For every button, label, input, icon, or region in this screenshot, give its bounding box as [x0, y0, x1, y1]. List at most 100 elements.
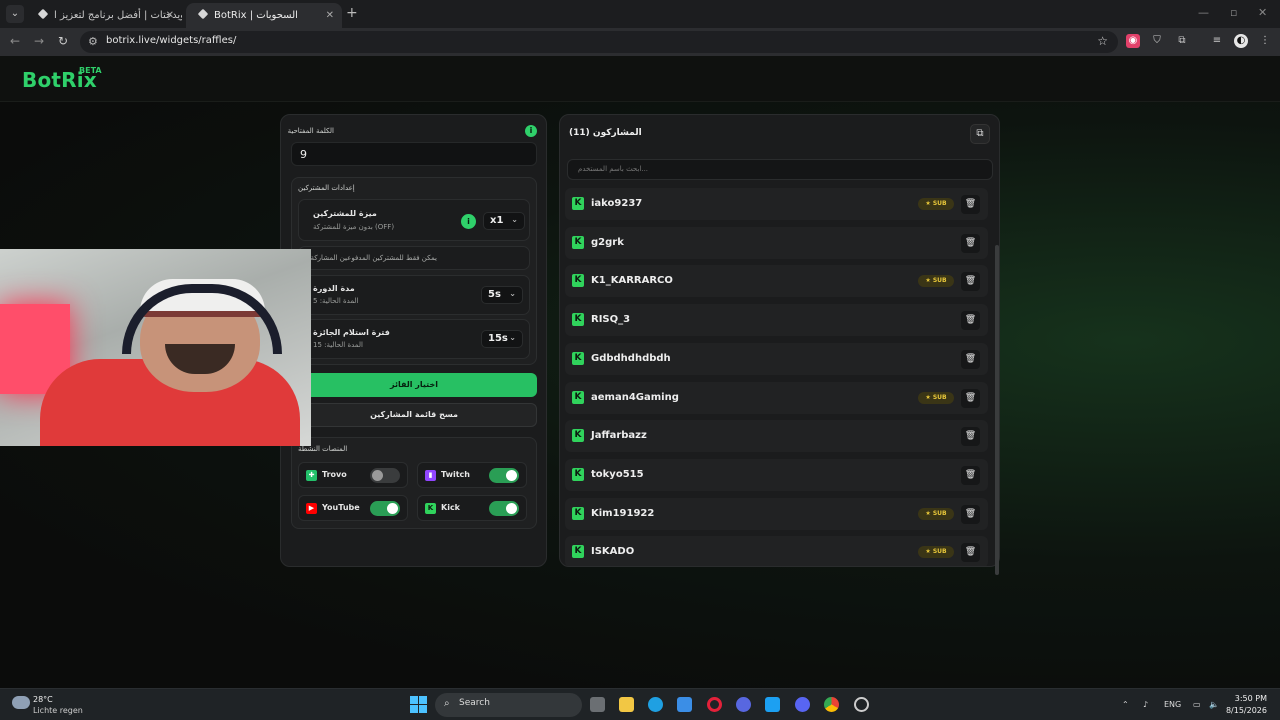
windows-start-icon[interactable] [410, 696, 427, 713]
platform-name: Kick [441, 503, 461, 512]
screen: ⌄ الويدجتات | أفضل برنامج لتعزيز ا... ✕ … [0, 0, 1280, 720]
participants-scrollbar[interactable] [995, 245, 999, 575]
close-tab-icon[interactable]: ✕ [326, 3, 334, 28]
site-info-icon[interactable]: ⚙ [88, 35, 98, 48]
back-arrow-icon[interactable]: ← [10, 34, 20, 48]
participant-search-input[interactable]: ...ابحث باسم المستخدم [567, 159, 993, 180]
copy-icon[interactable]: ⧉ [970, 124, 990, 144]
pick-winner-button[interactable]: اختيار الفائز [291, 373, 537, 397]
network-icon[interactable]: ▭ [1193, 700, 1201, 709]
delete-participant-button[interactable]: 🗑 [961, 504, 980, 524]
webcam-overlay [0, 249, 311, 446]
subscriber-luck-select[interactable]: x1 ⌄ [483, 212, 525, 230]
participant-name: Kim191922 [591, 507, 655, 519]
show-hidden-icons-icon[interactable]: ⌃ [1122, 700, 1129, 709]
discord-icon[interactable] [795, 697, 810, 712]
opera-icon[interactable] [707, 697, 722, 712]
extension-shield-icon[interactable]: ⛉ [1150, 34, 1164, 48]
participant-row: Kg2grk 🗑 [565, 226, 988, 259]
keyword-input[interactable]: 9 [291, 142, 537, 166]
twitch-toggle[interactable] [489, 468, 519, 483]
kick-icon: K [572, 429, 584, 443]
delete-participant-button[interactable]: 🗑 [961, 465, 980, 485]
platform-twitch: ▮ Twitch [417, 462, 527, 488]
reading-list-icon[interactable]: ≡ [1210, 34, 1224, 48]
select-value: 15s [488, 333, 508, 344]
obs-icon[interactable] [854, 697, 869, 712]
chevron-down-icon: ⌄ [511, 215, 518, 224]
edge-icon[interactable] [648, 697, 663, 712]
participant-row: Ktokyo515 🗑 [565, 458, 988, 491]
maximize-window-button[interactable]: ▫ [1230, 6, 1237, 19]
platform-name: Twitch [441, 470, 470, 479]
toggle-knob [506, 470, 517, 481]
browser-tab-strip: ⌄ الويدجتات | أفضل برنامج لتعزيز ا... ✕ … [0, 0, 1280, 28]
participant-name: Jaffarbazz [591, 430, 647, 442]
address-bar[interactable]: ⚙ botrix.live/widgets/raffles/ ☆ [80, 31, 1118, 53]
participant-name: iako9237 [591, 198, 643, 209]
delete-participant-button[interactable]: 🗑 [961, 427, 980, 447]
round-duration-select[interactable]: 5s ⌄ [481, 286, 523, 304]
trovo-toggle[interactable] [370, 468, 400, 483]
delete-participant-button[interactable]: 🗑 [961, 388, 980, 408]
delete-participant-button[interactable]: 🗑 [961, 233, 980, 253]
kick-icon: K [572, 351, 584, 365]
system-clock[interactable]: 3:50 PM 8/15/2026 [1226, 693, 1267, 717]
claim-period-select[interactable]: 15s ⌄ [481, 330, 523, 348]
profile-avatar-icon[interactable]: ◐ [1234, 34, 1248, 48]
delete-participant-button[interactable]: 🗑 [961, 195, 980, 214]
tab-search-button[interactable]: ⌄ [6, 5, 24, 23]
sub-badge: ★ SUB [918, 546, 954, 559]
new-tab-button[interactable]: + [346, 5, 358, 21]
weather-widget[interactable]: 28°C Lichte regen [12, 694, 83, 716]
url-text: botrix.live/widgets/raffles/ [106, 35, 237, 46]
reload-icon[interactable]: ↻ [58, 34, 68, 48]
weather-temperature: 28°C [33, 695, 53, 704]
youtube-toggle[interactable] [370, 501, 400, 516]
file-explorer-icon[interactable] [619, 697, 634, 712]
taskbar-search[interactable]: ⌕ Search [435, 693, 582, 717]
store-icon[interactable] [677, 697, 692, 712]
sub-badge: ★ SUB [918, 507, 954, 520]
extension-record-icon[interactable]: ◉ [1126, 34, 1140, 48]
bookmark-star-icon[interactable]: ☆ [1097, 34, 1108, 48]
kick-toggle[interactable] [489, 501, 519, 516]
participant-name: Gdbdhdhdbdh [591, 352, 671, 364]
participant-settings-section: إعدادات المشتركين ميزة للمشتركين بدون مي… [291, 177, 537, 365]
weather-condition: Lichte regen [33, 706, 83, 715]
kick-icon: K [572, 390, 584, 404]
participant-name: g2grk [591, 236, 624, 248]
info-icon[interactable]: i [525, 125, 537, 137]
delete-participant-button[interactable]: 🗑 [961, 272, 980, 292]
windows-app-icon[interactable] [765, 697, 780, 712]
participants-list: Kiako9237 ★ SUB 🗑 Kg2grk 🗑 K K1_KARRARCO ★ SUB 🗑… [565, 188, 988, 566]
delete-participant-button[interactable]: 🗑 [961, 311, 980, 331]
sub-badge-label: SUB [932, 200, 947, 207]
tab-raffles[interactable]: BotRix | السحوبات ✕ [186, 3, 342, 28]
tab-title: الويدجتات | أفضل برنامج لتعزيز ا... [54, 10, 182, 21]
subscriber-luck-row: ميزة للمشتركين بدون ميزة للمشتركة (OFF) … [298, 199, 530, 241]
media-player-icon[interactable] [736, 697, 751, 712]
language-indicator[interactable]: ENG [1164, 700, 1181, 709]
task-view-icon[interactable] [590, 697, 605, 712]
close-tab-icon[interactable]: ✕ [166, 3, 174, 28]
chrome-icon[interactable] [824, 697, 839, 712]
clock-time: 3:50 PM [1234, 694, 1267, 703]
volume-icon[interactable]: 🔈 [1209, 700, 1219, 709]
close-window-button[interactable]: ✕ [1258, 6, 1267, 19]
delete-participant-button[interactable]: 🗑 [961, 543, 980, 563]
platform-name: YouTube [322, 503, 360, 512]
minimize-window-button[interactable]: — [1198, 6, 1209, 19]
participant-row: K ISKADO ★ SUB 🗑 [565, 536, 988, 566]
extensions-puzzle-icon[interactable]: ⧉ [1175, 34, 1189, 48]
claim-period-subtitle: المدة الحالية: 15 [313, 341, 363, 349]
browser-menu-icon[interactable]: ⋮ [1258, 34, 1272, 48]
microphone-icon[interactable]: ♪ [1143, 700, 1148, 709]
claim-period-title: فترة استلام الجائزة [313, 328, 390, 337]
delete-participant-button[interactable]: 🗑 [961, 349, 980, 369]
clear-participants-button[interactable]: مسح قائمة المشاركين [291, 403, 537, 427]
info-icon[interactable]: i [461, 214, 476, 229]
tab-widgets[interactable]: الويدجتات | أفضل برنامج لتعزيز ا... ✕ [26, 3, 182, 28]
forward-arrow-icon[interactable]: → [34, 34, 44, 48]
sub-badge: ★ SUB [918, 391, 954, 404]
